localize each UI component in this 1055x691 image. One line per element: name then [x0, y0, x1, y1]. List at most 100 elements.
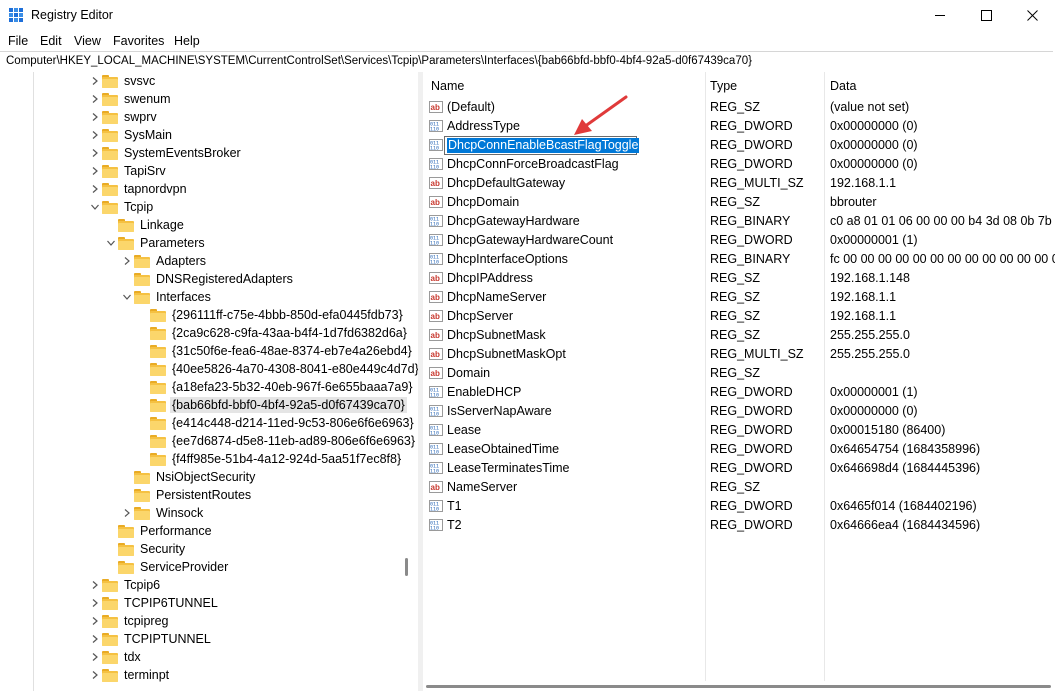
horizontal-scrollbar[interactable] — [423, 681, 1055, 691]
chevron-right-icon[interactable] — [88, 126, 102, 144]
menu-file[interactable]: File — [8, 34, 28, 48]
tree-item[interactable]: terminpt — [88, 666, 171, 684]
tree-item[interactable]: {e414c448-d214-11ed-9c53-806e6f6e6963} — [136, 414, 416, 432]
tree-item[interactable]: Tcpip — [88, 198, 155, 216]
chevron-right-icon[interactable] — [88, 144, 102, 162]
tree-item[interactable]: Interfaces — [120, 288, 213, 306]
binary-value-icon: 011 110 — [429, 215, 443, 228]
tree-item[interactable]: {296111ff-c75e-4bbb-850d-efa0445fdb73} — [136, 306, 405, 324]
menu-edit[interactable]: Edit — [40, 34, 62, 48]
tree-item[interactable]: TapiSrv — [88, 162, 168, 180]
tree-item[interactable]: Tcpip6 — [88, 576, 162, 594]
values-list-pane[interactable]: Name Type Data ab (Default) REG_SZ (value n… — [423, 72, 1055, 691]
tree-item[interactable]: NsiObjectSecurity — [120, 468, 257, 486]
tree-item[interactable]: Security — [104, 540, 187, 558]
chevron-right-icon[interactable] — [88, 72, 102, 90]
value-row[interactable]: 011 110 T2 REG_DWORD 0x64666ea4 (1684434596) — [423, 516, 1055, 535]
tree-item[interactable]: {31c50f6e-fea6-48ae-8374-eb7e4a26ebd4} — [136, 342, 414, 360]
tree-item[interactable]: {f4ff985e-51b4-4a12-924d-5aa51f7ec8f8} — [136, 450, 403, 468]
tree-item[interactable]: TCPIPTUNNEL — [88, 630, 213, 648]
tree-item[interactable]: ServiceProvider — [104, 558, 230, 576]
column-header-data[interactable]: Data — [830, 79, 856, 93]
value-row[interactable]: 011 110 IsServerNapAware REG_DWORD 0x0000000… — [423, 402, 1055, 421]
value-row[interactable]: ab DhcpNameServer REG_SZ 192.168.1.1 — [423, 288, 1055, 307]
tree-item[interactable]: TCPIP6TUNNEL — [88, 594, 220, 612]
address-path[interactable]: Computer\HKEY_LOCAL_MACHINE\SYSTEM\Curre… — [6, 55, 752, 67]
column-header-name[interactable]: Name — [431, 79, 464, 93]
horizontal-scrollbar-thumb[interactable] — [426, 685, 1051, 688]
value-row[interactable]: 011 110 AddressType REG_DWORD 0x00000000 (0) — [423, 117, 1055, 136]
tree-item[interactable]: tapnordvpn — [88, 180, 189, 198]
tree-item[interactable]: Adapters — [120, 252, 208, 270]
value-row[interactable]: 011 110 LeaseObtainedTime REG_DWORD 0x646547… — [423, 440, 1055, 459]
value-row[interactable]: ab NameServer REG_SZ — [423, 478, 1055, 497]
chevron-down-icon[interactable] — [104, 234, 118, 252]
key-tree-pane[interactable]: svsvc swenum swprv SysMain SystemEventsBroke… — [0, 72, 418, 691]
tree-item[interactable]: {2ca9c628-c9fa-43aa-b4f4-1d7fd6382d6a} — [136, 324, 409, 342]
chevron-right-icon[interactable] — [88, 630, 102, 648]
folder-icon — [118, 218, 134, 232]
address-bar[interactable]: Computer\HKEY_LOCAL_MACHINE\SYSTEM\Curre… — [0, 51, 1053, 73]
value-row[interactable]: ab DhcpServer REG_SZ 192.168.1.1 — [423, 307, 1055, 326]
value-row[interactable]: ab (Default) REG_SZ (value not set) — [423, 98, 1055, 117]
tree-scrollbar-thumb[interactable] — [405, 558, 408, 576]
value-row[interactable]: ab DhcpSubnetMask REG_SZ 255.255.255.0 — [423, 326, 1055, 345]
chevron-right-icon[interactable] — [88, 108, 102, 126]
tree-item[interactable]: swprv — [88, 108, 159, 126]
value-row[interactable]: 011 110 DhcpInterfaceOptions REG_BINARY fc 0… — [423, 250, 1055, 269]
chevron-right-icon[interactable] — [120, 504, 134, 522]
chevron-down-icon[interactable] — [88, 198, 102, 216]
value-row[interactable]: ab DhcpSubnetMaskOpt REG_MULTI_SZ 255.255.2… — [423, 345, 1055, 364]
value-row[interactable]: ab DhcpDefaultGateway REG_MULTI_SZ 192.168.… — [423, 174, 1055, 193]
chevron-right-icon[interactable] — [88, 666, 102, 684]
tree-item[interactable]: {40ee5826-4a70-4308-8041-e80e449c4d7d} — [136, 360, 418, 378]
tree-item[interactable]: tcpipreg — [88, 612, 170, 630]
binary-value-icon: 011 110 — [429, 500, 443, 513]
menu-favorites[interactable]: Favorites — [113, 34, 164, 48]
chevron-right-icon[interactable] — [120, 252, 134, 270]
tree-item[interactable]: swenum — [88, 90, 173, 108]
value-row[interactable]: 011 110 T1 REG_DWORD 0x6465f014 (1684402196) — [423, 497, 1055, 516]
chevron-down-icon[interactable] — [120, 288, 134, 306]
column-header-type[interactable]: Type — [710, 79, 737, 93]
chevron-right-icon[interactable] — [88, 576, 102, 594]
value-row[interactable]: ab DhcpIPAddress REG_SZ 192.168.1.148 — [423, 269, 1055, 288]
value-row[interactable]: 011 110 DhcpGatewayHardwareCount REG_DWORD 0… — [423, 231, 1055, 250]
chevron-right-icon[interactable] — [88, 162, 102, 180]
chevron-right-icon[interactable] — [88, 180, 102, 198]
value-row[interactable]: ab DhcpDomain REG_SZ bbrouter — [423, 193, 1055, 212]
menu-view[interactable]: View — [74, 34, 101, 48]
close-button[interactable] — [1009, 0, 1055, 31]
tree-item-label: svsvc — [124, 74, 156, 88]
value-row[interactable]: 011 110 EnableDHCP REG_DWORD 0x00000001 (1) — [423, 383, 1055, 402]
tree-item[interactable]: DNSRegisteredAdapters — [120, 270, 295, 288]
tree-item[interactable]: {ee7d6874-d5e8-11eb-ad89-806e6f6e6963} — [136, 432, 417, 450]
tree-item[interactable]: tdx — [88, 648, 143, 666]
value-row[interactable]: 011 110 Lease REG_DWORD 0x00015180 (86400) — [423, 421, 1055, 440]
minimize-button[interactable] — [917, 0, 963, 31]
tree-item[interactable]: PersistentRoutes — [120, 486, 253, 504]
tree-item[interactable]: {a18efa23-5b32-40eb-967f-6e655baaa7a9} — [136, 378, 415, 396]
tree-item[interactable]: {bab66bfd-bbf0-4bf4-92a5-d0f67439ca70} — [136, 396, 407, 414]
tree-item[interactable]: Winsock — [120, 504, 205, 522]
value-row[interactable]: 011 110 DhcpConnEnableBcastFlagToggle REG_D… — [423, 136, 1055, 155]
value-row[interactable]: 011 110 DhcpConnForceBroadcastFlag REG_DWOR… — [423, 155, 1055, 174]
tree-item[interactable]: SysMain — [88, 126, 174, 144]
chevron-right-icon[interactable] — [88, 90, 102, 108]
value-row[interactable]: ab Domain REG_SZ — [423, 364, 1055, 383]
value-row[interactable]: 011 110 LeaseTerminatesTime REG_DWORD 0x6466… — [423, 459, 1055, 478]
chevron-right-icon[interactable] — [88, 594, 102, 612]
chevron-right-icon[interactable] — [88, 612, 102, 630]
chevron-right-icon[interactable] — [88, 648, 102, 666]
rename-value-input[interactable]: DhcpConnEnableBcastFlagToggle — [444, 136, 640, 155]
tree-item[interactable]: SystemEventsBroker — [88, 144, 243, 162]
tree-item[interactable]: Performance — [104, 522, 214, 540]
menu-help[interactable]: Help — [174, 34, 200, 48]
value-row[interactable]: 011 110 DhcpGatewayHardware REG_BINARY c0 a8… — [423, 212, 1055, 231]
tree-item[interactable]: Parameters — [104, 234, 207, 252]
maximize-button[interactable] — [963, 0, 1009, 31]
tree-item[interactable]: Linkage — [104, 216, 186, 234]
tree-item[interactable]: svsvc — [88, 72, 157, 90]
tree-item-label: TCPIPTUNNEL — [124, 632, 211, 646]
